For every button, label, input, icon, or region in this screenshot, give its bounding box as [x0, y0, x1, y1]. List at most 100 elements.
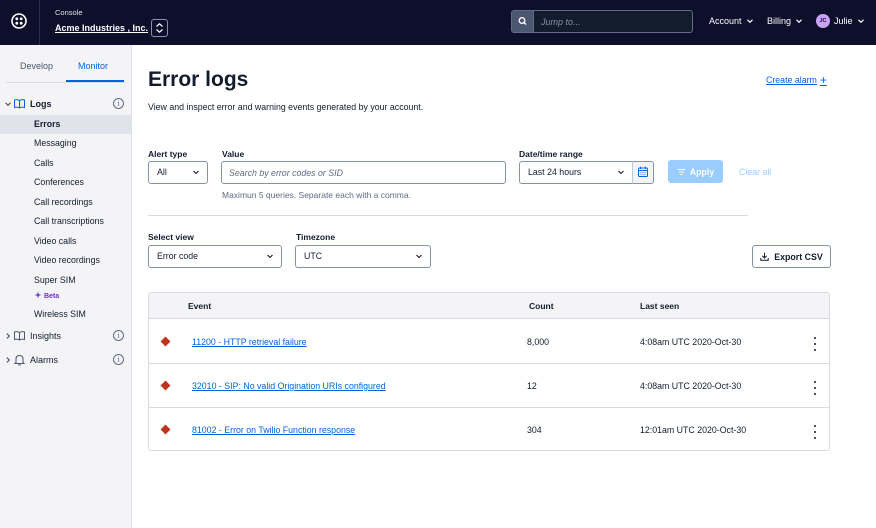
account-menu[interactable]: Account	[709, 16, 754, 26]
info-icon[interactable]: i	[113, 354, 124, 365]
page-description: View and inspect error and warning event…	[148, 102, 424, 112]
value-help-text: Maximun 5 queries. Separate each with a …	[222, 190, 411, 200]
alert-type-select[interactable]: All	[148, 161, 208, 184]
beta-badge-label: Beta	[43, 293, 60, 300]
info-icon[interactable]: i	[113, 330, 124, 341]
account-menu-label: Account	[709, 16, 742, 26]
table-header: Event Count Last seen	[149, 293, 829, 319]
timezone-select[interactable]: UTC	[295, 245, 431, 268]
twilio-logo-icon[interactable]	[11, 13, 27, 29]
account-name-link[interactable]: Acme Industries , Inc.	[55, 23, 148, 33]
chevron-down-icon	[796, 19, 802, 24]
billing-menu[interactable]: Billing	[767, 16, 803, 26]
bell-icon	[13, 354, 26, 366]
event-count: 8,000	[527, 337, 550, 347]
select-view-select[interactable]: Error code	[148, 245, 282, 268]
chevron-right-icon	[6, 357, 11, 363]
account-switcher-button[interactable]	[151, 19, 168, 37]
search-icon-box[interactable]	[512, 11, 534, 32]
tab-develop[interactable]: Develop	[20, 61, 53, 71]
select-view-value: Error code	[157, 251, 199, 261]
top-navigation-bar: Console Acme Industries , Inc. Account B…	[0, 0, 876, 45]
select-view-label: Select view	[148, 232, 194, 242]
chevron-down-icon	[5, 102, 11, 107]
user-menu[interactable]: JC Julie	[816, 14, 865, 28]
error-diamond-icon	[160, 336, 171, 347]
error-diamond-icon	[160, 380, 171, 391]
clear-all-button[interactable]: Clear all	[739, 167, 771, 177]
error-diamond-icon	[160, 424, 171, 435]
tab-monitor[interactable]: Monitor	[78, 61, 108, 71]
create-alarm-label: Create alarm	[766, 75, 817, 85]
sidebar-item-wireless-sim[interactable]: Wireless SIM	[0, 305, 132, 324]
event-last-seen: 4:08am UTC 2020-Oct-30	[640, 337, 742, 347]
beta-badge: Beta	[34, 291, 59, 300]
column-header-count: Count	[529, 301, 554, 311]
sidebar-item-calls[interactable]: Calls	[0, 154, 132, 173]
more-options-icon[interactable]	[811, 425, 819, 439]
billing-menu-label: Billing	[767, 16, 792, 26]
chevron-up-down-icon	[156, 22, 163, 34]
export-csv-label: Export CSV	[774, 251, 823, 262]
section-divider	[148, 215, 748, 216]
table-row: 32010 - SIP: No valid Origination URIs c…	[149, 364, 829, 408]
alert-type-label: Alert type	[148, 149, 188, 159]
sidebar-item-video-recordings[interactable]: Video recordings	[0, 251, 132, 270]
sidebar-item-messaging[interactable]: Messaging	[0, 134, 132, 153]
page-title: Error logs	[148, 68, 249, 91]
event-last-seen: 12:01am UTC 2020-Oct-30	[640, 425, 747, 435]
chevron-down-icon	[193, 170, 199, 175]
apply-button[interactable]: Apply	[668, 160, 723, 183]
event-count: 304	[527, 425, 542, 435]
date-range-label: Date/time range	[519, 149, 583, 159]
event-count: 12	[527, 381, 537, 391]
sidebar-item-video-calls[interactable]: Video calls	[0, 232, 132, 251]
main-content: Error logs View and inspect error and wa…	[133, 45, 876, 528]
timezone-value: UTC	[304, 251, 323, 261]
sidebar-item-conferences[interactable]: Conferences	[0, 173, 132, 192]
apply-label: Apply	[689, 166, 715, 177]
console-label: Console	[55, 8, 83, 17]
chevron-down-icon	[857, 19, 864, 24]
jump-to-search	[511, 10, 693, 33]
column-header-last-seen: Last seen	[640, 301, 680, 311]
chevron-down-icon	[416, 254, 422, 259]
calendar-icon	[638, 166, 648, 177]
sidebar-group-alarms-label: Alarms	[30, 355, 59, 365]
date-range-select[interactable]: Last 24 hours	[519, 161, 633, 184]
alert-type-value: All	[157, 167, 167, 177]
sidebar-group-alarms[interactable]: Alarms i	[0, 351, 132, 369]
event-link[interactable]: 32010 - SIP: No valid Origination URIs c…	[192, 381, 386, 391]
more-options-icon[interactable]	[811, 381, 819, 395]
chevron-down-icon	[618, 170, 624, 175]
active-tab-indicator	[66, 80, 124, 82]
more-options-icon[interactable]	[811, 337, 819, 351]
create-alarm-link[interactable]: Create alarm +	[766, 74, 827, 86]
search-icon	[518, 17, 527, 25]
sidebar-item-errors[interactable]: Errors	[0, 115, 132, 134]
chevron-right-icon	[6, 333, 11, 339]
book-icon	[14, 99, 25, 109]
sparkle-icon	[34, 291, 42, 299]
event-link[interactable]: 11200 - HTTP retrieval failure	[192, 337, 307, 347]
chevron-down-icon	[267, 254, 273, 259]
sidebar-group-logs[interactable]: Logs i	[0, 95, 132, 113]
value-search-input[interactable]	[221, 161, 506, 184]
event-last-seen: 4:08am UTC 2020-Oct-30	[640, 381, 742, 391]
book-open-icon	[14, 331, 25, 341]
error-logs-table: Event Count Last seen 11200 - HTTP retri…	[148, 292, 830, 451]
info-icon[interactable]: i	[113, 98, 124, 109]
sidebar-item-call-transcriptions[interactable]: Call transcriptions	[0, 212, 132, 231]
sidebar-item-super-sim[interactable]: Super SIM	[0, 271, 132, 290]
calendar-button[interactable]	[632, 161, 654, 184]
export-csv-button[interactable]: Export CSV	[752, 245, 831, 268]
sidebar-item-call-recordings[interactable]: Call recordings	[0, 193, 132, 212]
sidebar-group-insights-label: Insights	[30, 331, 62, 341]
user-name: Julie	[834, 16, 853, 26]
value-label: Value	[222, 149, 245, 159]
table-row: 81002 - Error on Twilio Function respons…	[149, 408, 829, 452]
event-link[interactable]: 81002 - Error on Twilio Function respons…	[192, 425, 355, 435]
avatar: JC	[816, 14, 830, 28]
sidebar-group-insights[interactable]: Insights i	[0, 327, 132, 345]
jump-to-input[interactable]	[536, 11, 690, 32]
